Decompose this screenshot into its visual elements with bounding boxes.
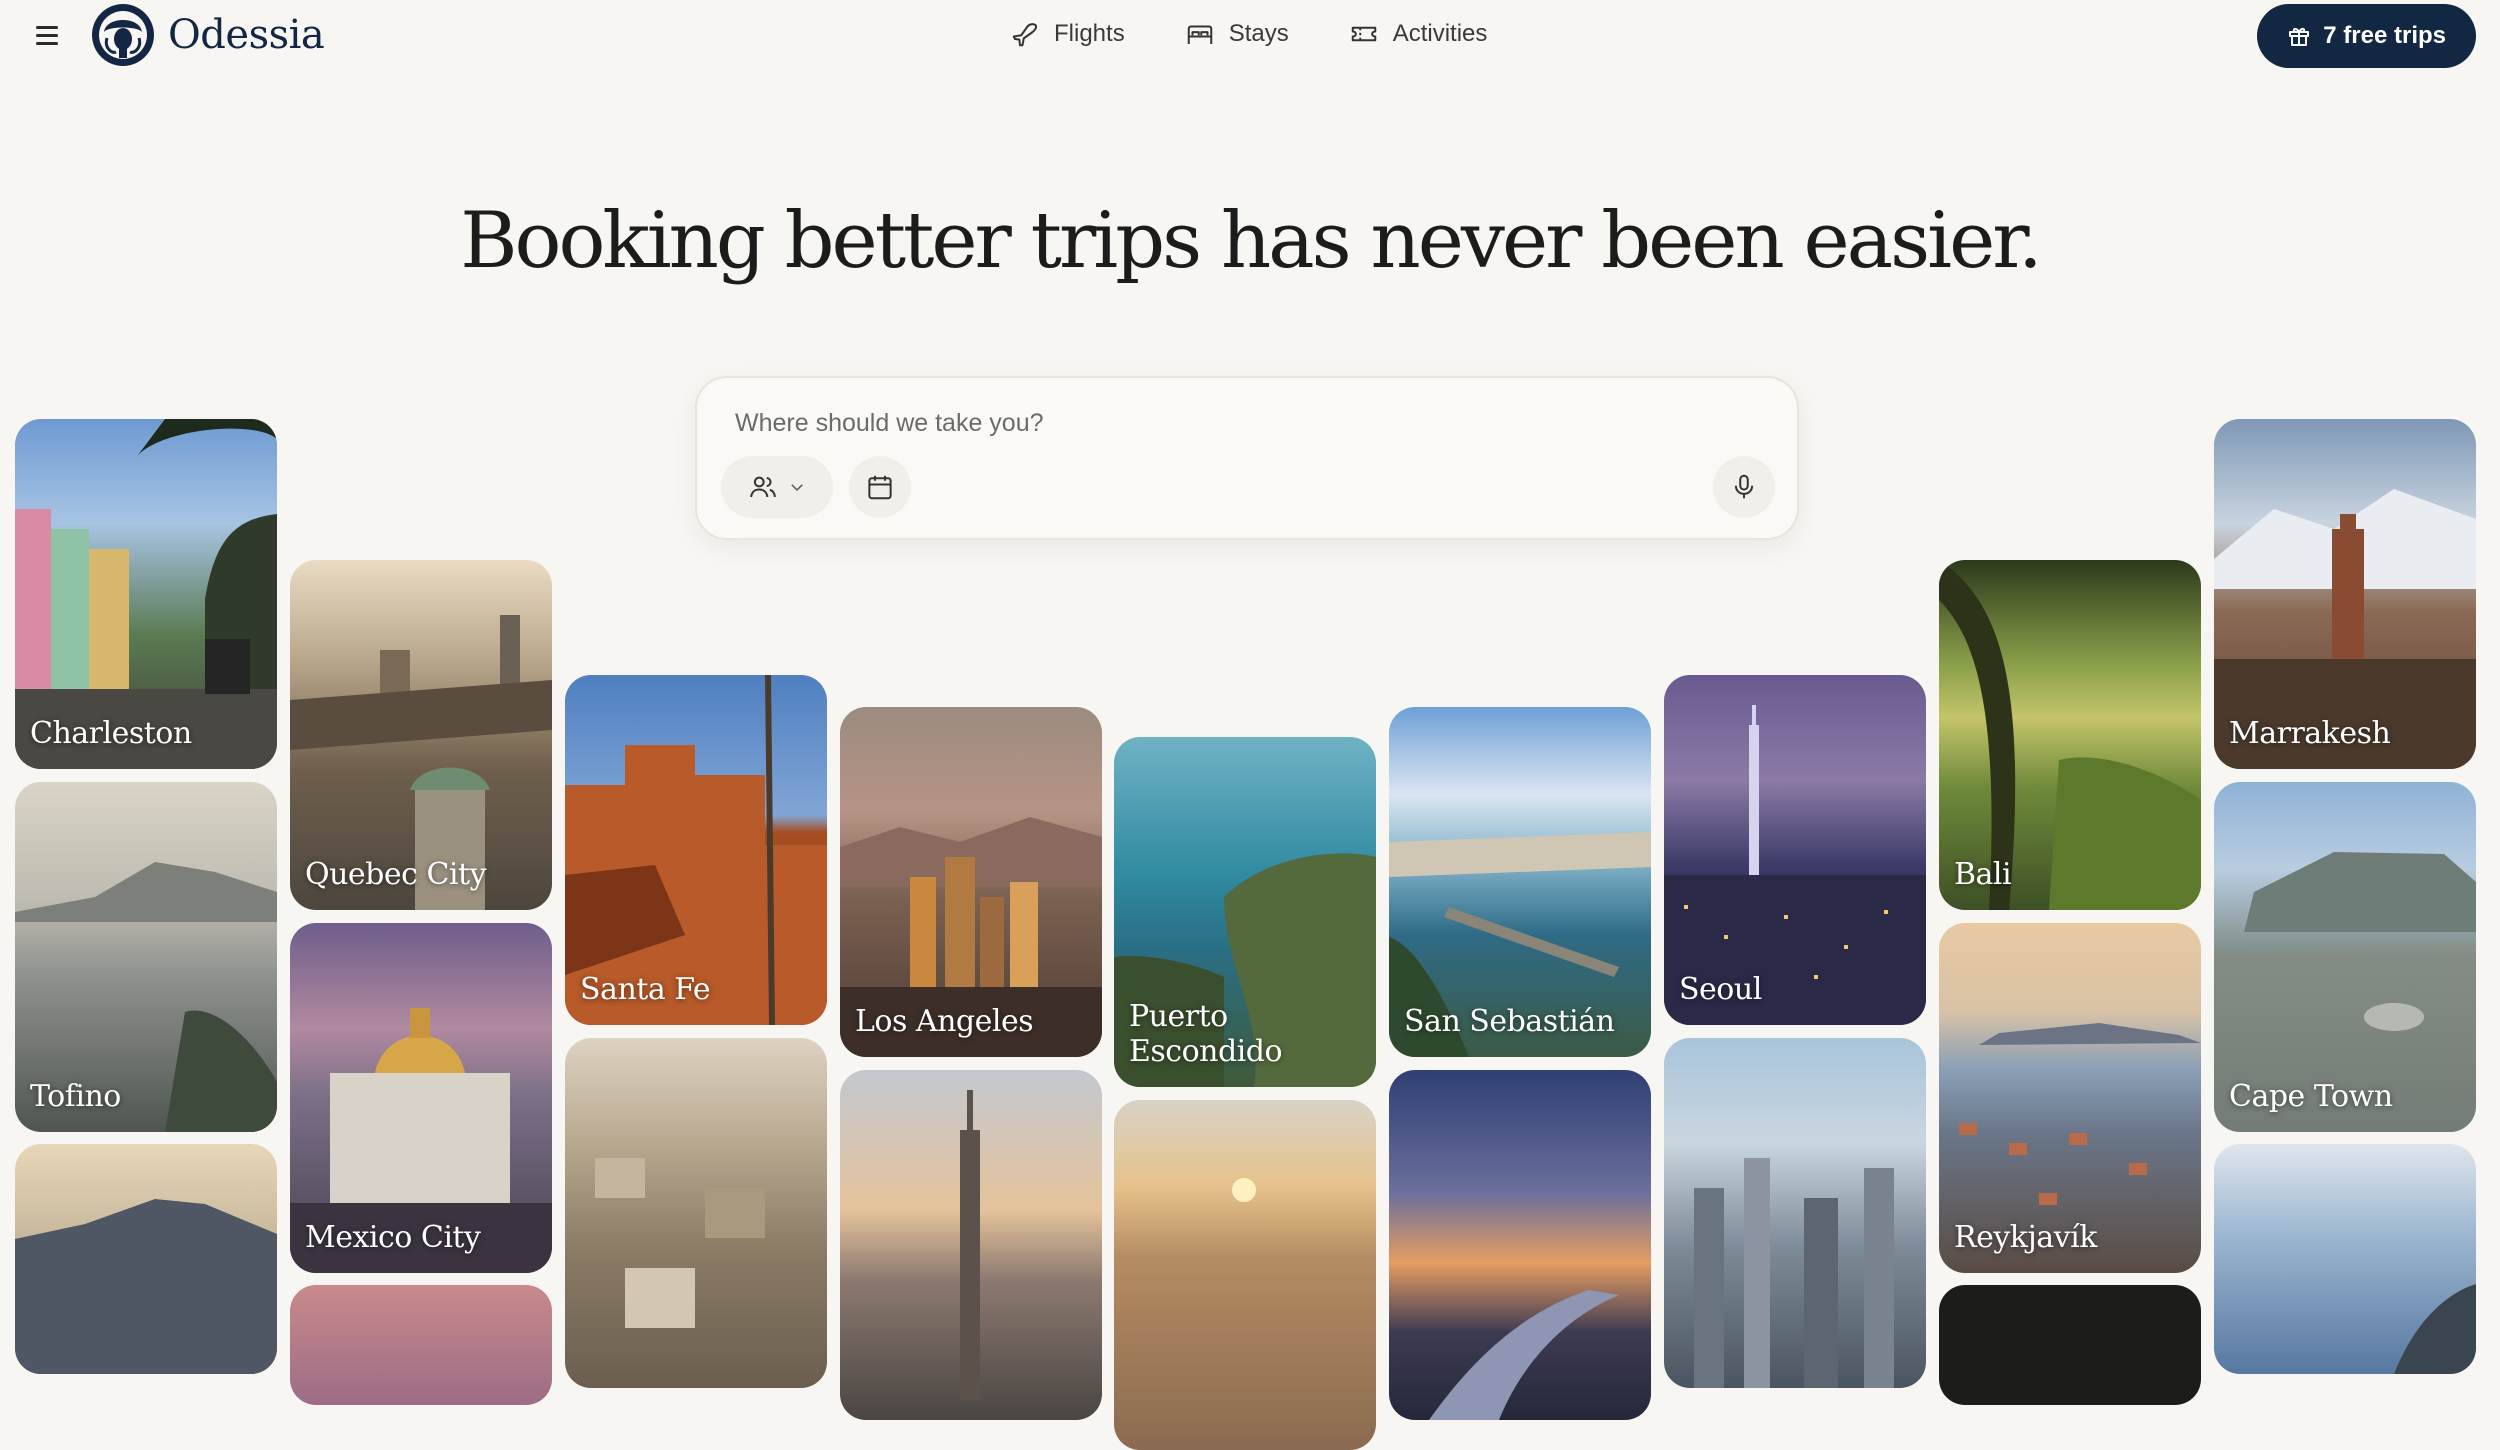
gift-icon	[2289, 27, 2310, 46]
ticket-icon	[1351, 26, 1376, 42]
destination-card-los-angeles[interactable]: Los Angeles	[840, 707, 1102, 1057]
destination-card-puerto-escondido[interactable]: Puerto Escondido	[1114, 737, 1376, 1087]
nav-activities-label: Activities	[1392, 20, 1488, 47]
main-nav: Flights Stays Activities	[1010, 10, 1487, 58]
nav-flights[interactable]: Flights	[1010, 10, 1125, 58]
users-icon	[750, 476, 776, 498]
nav-activities[interactable]: Activities	[1349, 10, 1488, 58]
destination-name: Bali	[1954, 857, 2012, 892]
destination-name: Cape Town	[2229, 1079, 2393, 1114]
guests-selector[interactable]	[721, 456, 833, 518]
destination-card-mexico-city[interactable]: Mexico City	[290, 923, 552, 1273]
voice-input-button[interactable]	[1713, 456, 1775, 518]
destination-card-coastal-city[interactable]	[1114, 1100, 1376, 1450]
plane-icon	[1012, 23, 1038, 47]
destination-name: Quebec City	[305, 857, 487, 892]
coast-photo	[2394, 1284, 2476, 1374]
destination-search-input[interactable]	[733, 400, 1717, 446]
calendar-icon	[868, 475, 892, 500]
destination-card-cape-town[interactable]: Cape Town	[2214, 782, 2476, 1132]
destination-name: Puerto Escondido	[1129, 999, 1283, 1069]
destination-name: Marrakesh	[2229, 716, 2391, 751]
free-trips-label: 7 free trips	[2323, 22, 2446, 49]
destination-card-reykjavik[interactable]: Reykjavík	[1939, 923, 2201, 1273]
new-york-photo	[960, 1090, 980, 1400]
medusa-logo-icon	[92, 4, 154, 66]
destination-card-new-york[interactable]	[840, 1070, 1102, 1420]
date-picker-button[interactable]	[849, 456, 911, 518]
search-card	[695, 376, 1799, 540]
bed-icon	[1187, 25, 1212, 44]
destination-name: Mexico City	[305, 1220, 481, 1255]
nav-stays[interactable]: Stays	[1185, 10, 1289, 58]
destination-card-seoul[interactable]: Seoul	[1664, 675, 1926, 1025]
destination-name: San Sebastián	[1404, 1004, 1615, 1039]
nav-stays-label: Stays	[1228, 20, 1289, 47]
free-trips-button[interactable]: 7 free trips	[2257, 4, 2476, 68]
brand-logo[interactable]: Odessia	[90, 0, 325, 70]
destination-card-charleston[interactable]: Charleston	[15, 419, 277, 769]
hero-headline: Booking better trips has never been easi…	[460, 196, 2043, 286]
destination-name: Tofino	[30, 1079, 121, 1114]
destination-card-bali[interactable]: Bali	[1939, 560, 2201, 910]
mountain-photo	[15, 1199, 277, 1374]
destination-card-coast[interactable]	[2214, 1144, 2476, 1374]
chevron-down-icon	[791, 484, 803, 492]
destination-name: Seoul	[1679, 972, 1762, 1007]
hamburger-menu-icon[interactable]	[30, 18, 68, 52]
microphone-icon	[1734, 474, 1754, 499]
destination-card-marrakesh[interactable]: Marrakesh	[2214, 419, 2476, 769]
destination-card-river-city[interactable]	[1389, 1070, 1651, 1420]
river-city-photo	[1429, 1290, 1619, 1420]
destination-card-mountains[interactable]	[15, 1144, 277, 1374]
destination-card-quebec-city[interactable]: Quebec City	[290, 560, 552, 910]
destination-card-san-sebastian[interactable]: San Sebastián	[1389, 707, 1651, 1057]
destination-name: Los Angeles	[855, 1004, 1034, 1039]
destination-name: Reykjavík	[1954, 1220, 2097, 1255]
destination-name: Santa Fe	[580, 972, 711, 1007]
destination-card-santa-fe[interactable]: Santa Fe	[565, 675, 827, 1025]
destination-name: Charleston	[30, 716, 192, 751]
destination-card-sunset[interactable]	[290, 1285, 552, 1405]
destination-card-night[interactable]	[1939, 1285, 2201, 1405]
destination-card-tofino[interactable]: Tofino	[15, 782, 277, 1132]
coastal-city-photo	[1232, 1178, 1256, 1202]
brand-name: Odessia	[168, 12, 325, 58]
nav-flights-label: Flights	[1054, 20, 1125, 47]
